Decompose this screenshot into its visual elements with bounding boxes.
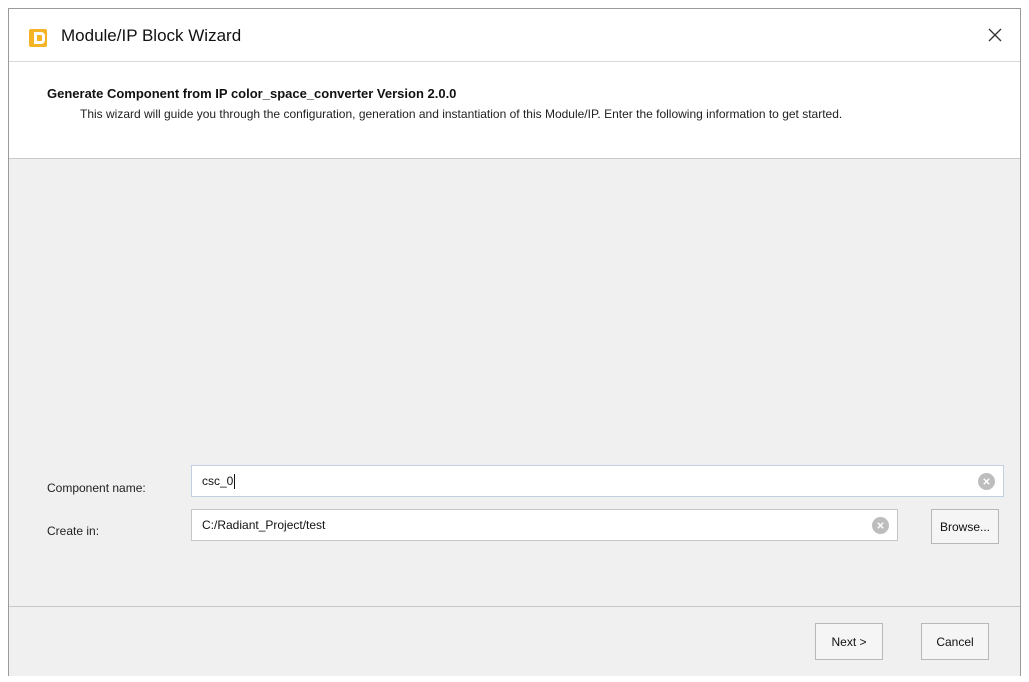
- header-description: This wizard will guide you through the c…: [80, 107, 843, 121]
- wizard-content: Component name: csc_0 Create in: C:/Radi…: [9, 159, 1020, 604]
- wizard-window: Module/IP Block Wizard Generate Componen…: [8, 8, 1021, 676]
- title-bar: Module/IP Block Wizard: [9, 9, 1020, 61]
- component-name-value: csc_0: [202, 474, 234, 488]
- wizard-header: Generate Component from IP color_space_c…: [9, 61, 1020, 159]
- browse-button[interactable]: Browse...: [931, 509, 999, 544]
- window-title: Module/IP Block Wizard: [61, 26, 242, 45]
- app-logo-icon: [29, 29, 47, 47]
- text-cursor: [234, 473, 236, 489]
- close-icon: [988, 28, 1002, 42]
- component-name-label: Component name:: [47, 481, 146, 495]
- wizard-footer: Next > Cancel: [9, 606, 1020, 676]
- clear-component-name-icon[interactable]: [978, 473, 995, 490]
- header-title: Generate Component from IP color_space_c…: [47, 86, 457, 101]
- component-name-input[interactable]: csc_0: [191, 465, 1004, 497]
- clear-create-in-icon[interactable]: [872, 517, 889, 534]
- create-in-input[interactable]: C:/Radiant_Project/test: [191, 509, 898, 541]
- cancel-button[interactable]: Cancel: [921, 623, 989, 660]
- create-in-value: C:/Radiant_Project/test: [202, 518, 326, 532]
- close-button[interactable]: [980, 20, 1010, 50]
- next-button[interactable]: Next >: [815, 623, 883, 660]
- create-in-label: Create in:: [47, 524, 100, 538]
